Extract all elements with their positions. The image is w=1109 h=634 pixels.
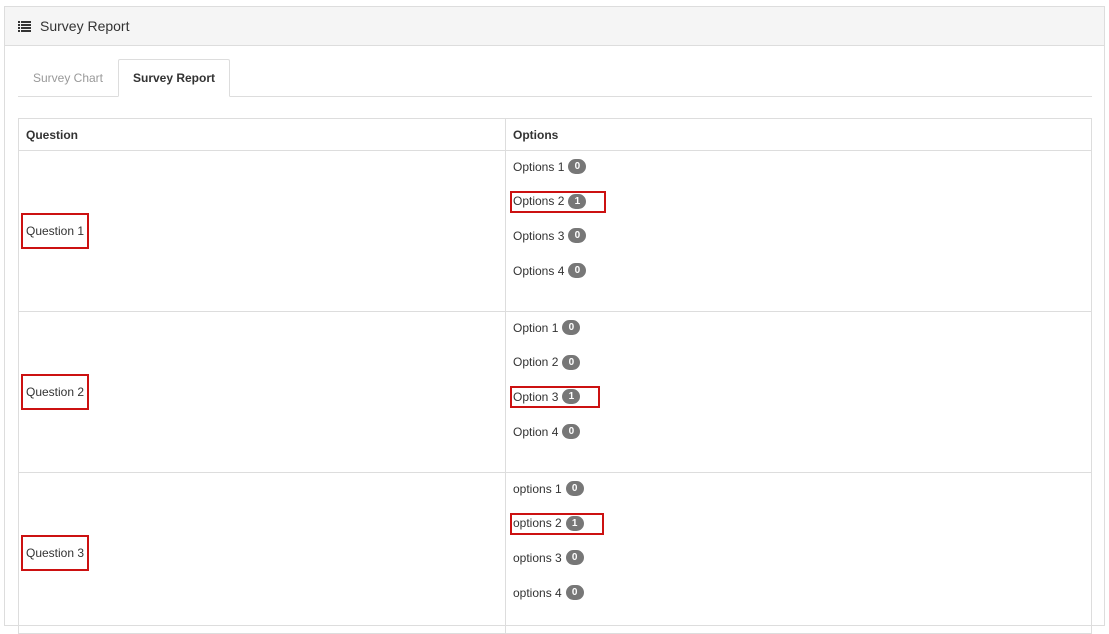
question-cell: Question 3 bbox=[18, 472, 506, 634]
panel-heading: Survey Report bbox=[5, 7, 1104, 46]
option-label: options 4 bbox=[513, 585, 562, 600]
survey-report-panel: Survey Report Survey Chart Survey Report… bbox=[4, 6, 1105, 634]
option-label: Options 3 bbox=[513, 228, 565, 243]
option-label: Options 2 bbox=[513, 194, 565, 209]
option-label: options 1 bbox=[513, 481, 562, 496]
option-item: options 10 bbox=[513, 479, 1084, 514]
option-item: Options 10 bbox=[513, 157, 1084, 192]
count-badge: 1 bbox=[568, 193, 587, 209]
option-item: Option 31 bbox=[510, 386, 1084, 422]
option-label: Option 3 bbox=[513, 389, 559, 404]
count-badge: 0 bbox=[568, 263, 587, 279]
option-item: Option 20 bbox=[513, 353, 1084, 388]
tab-bar: Survey Chart Survey Report bbox=[18, 59, 1092, 97]
options-cell: Options 10 Options 21 Options 30 Options… bbox=[505, 150, 1092, 312]
tab-survey-chart[interactable]: Survey Chart bbox=[18, 59, 118, 97]
question-label: Question 3 bbox=[21, 535, 90, 571]
options-column-header: Options bbox=[505, 118, 1092, 151]
count-badge: 1 bbox=[565, 515, 584, 531]
option-item: Option 40 bbox=[513, 422, 1084, 457]
count-badge: 0 bbox=[562, 354, 581, 370]
count-badge: 0 bbox=[568, 159, 587, 174]
count-badge: 0 bbox=[565, 550, 584, 566]
question-cell: Question 1 bbox=[18, 150, 506, 312]
option-label: Options 4 bbox=[513, 263, 565, 278]
question-label: Question 2 bbox=[21, 374, 90, 410]
options-cell: options 10 options 21 options 30 options… bbox=[505, 472, 1092, 634]
option-label: options 2 bbox=[513, 516, 562, 531]
option-label: options 3 bbox=[513, 550, 562, 565]
options-cell: Option 10 Option 20 Option 31 Option 40 bbox=[505, 311, 1092, 473]
count-badge: 0 bbox=[565, 481, 584, 496]
table-row: Question 1 Options 10 Options 21 Options… bbox=[18, 150, 1092, 312]
question-label: Question 1 bbox=[21, 213, 90, 249]
count-badge: 0 bbox=[562, 424, 581, 440]
count-badge: 0 bbox=[568, 228, 587, 244]
option-item: options 30 bbox=[513, 548, 1084, 583]
option-item: Options 40 bbox=[513, 261, 1084, 296]
option-item: Options 30 bbox=[513, 226, 1084, 261]
count-badge: 0 bbox=[565, 585, 584, 601]
tab-survey-report[interactable]: Survey Report bbox=[118, 59, 230, 97]
panel-title: Survey Report bbox=[40, 18, 130, 34]
option-label: Options 1 bbox=[513, 159, 565, 174]
table-row: Question 2 Option 10 Option 20 Option 31… bbox=[18, 311, 1092, 473]
question-column-header: Question bbox=[18, 118, 506, 151]
option-label: Option 4 bbox=[513, 424, 559, 439]
question-cell: Question 2 bbox=[18, 311, 506, 473]
option-item: options 21 bbox=[510, 512, 1084, 549]
option-item: Options 21 bbox=[510, 190, 1084, 227]
option-item: options 40 bbox=[513, 583, 1084, 618]
table-header-row: Question Options bbox=[18, 118, 1092, 151]
option-label: Option 2 bbox=[513, 355, 559, 370]
count-badge: 1 bbox=[562, 389, 581, 405]
option-item: Option 10 bbox=[513, 318, 1084, 353]
option-label: Option 1 bbox=[513, 320, 559, 335]
count-badge: 0 bbox=[562, 320, 581, 335]
survey-report-table: Question Options Question 1 Options 10 O… bbox=[18, 118, 1092, 634]
list-icon bbox=[18, 20, 31, 32]
table-row: Question 3 options 10 options 21 options… bbox=[18, 472, 1092, 634]
